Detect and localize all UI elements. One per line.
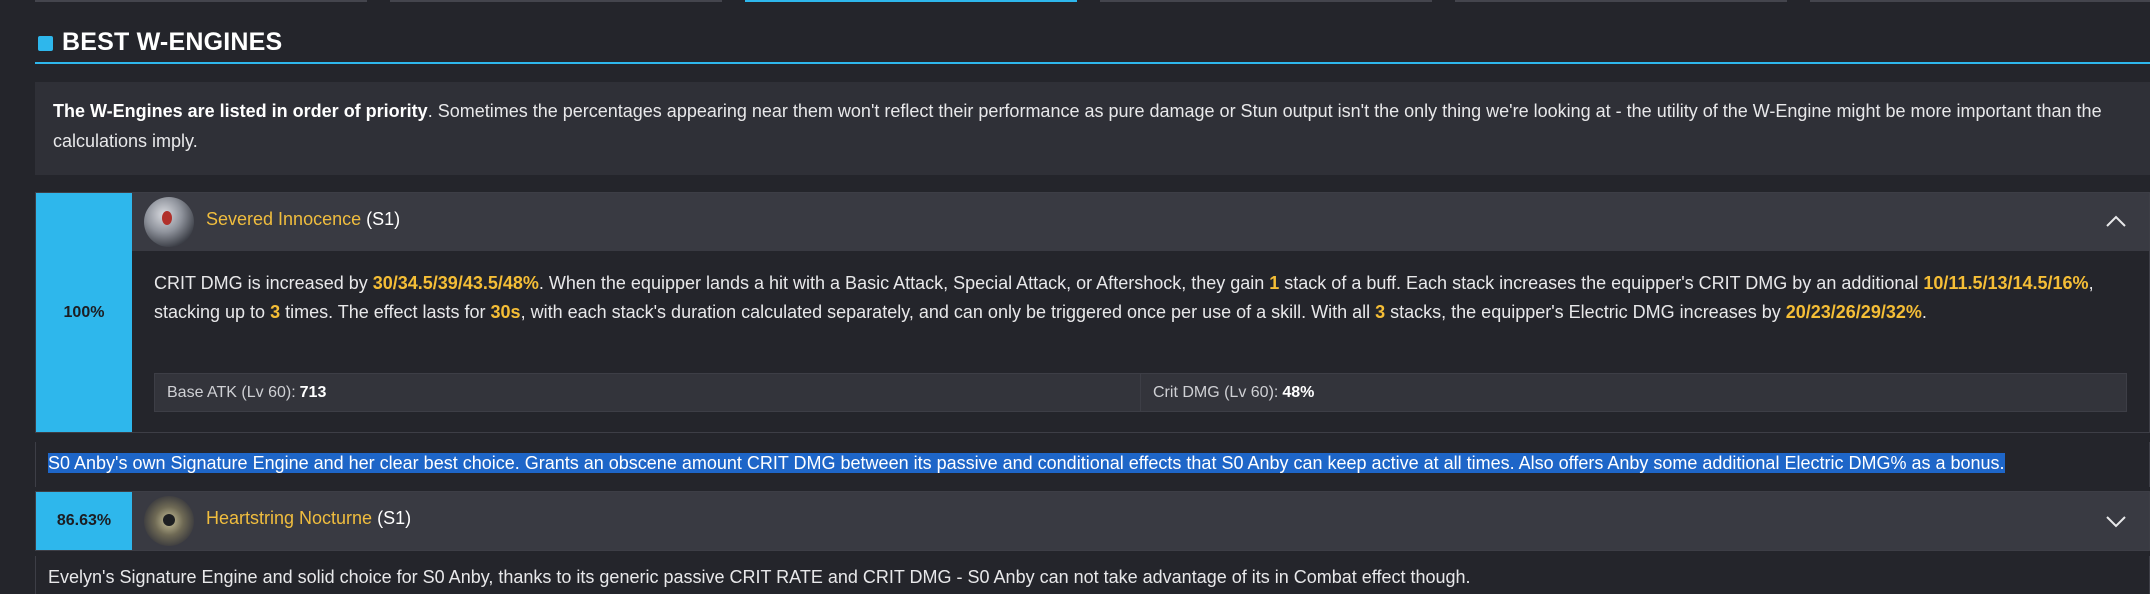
amplifier-icon	[144, 496, 194, 546]
engine-stats: Base ATK (Lv 60): 713 Crit DMG (Lv 60): 48…	[154, 373, 2127, 412]
engine-header[interactable]: Heartstring Nocturne (S1)	[132, 492, 2149, 550]
note-text: Evelyn's Signature Engine and solid choi…	[48, 567, 1471, 587]
tab-strip	[35, 0, 2150, 2]
engine-percent: 86.63%	[36, 492, 132, 550]
engine-card-severed-innocence: 100% Severed Innocence (S1) CRIT DMG is …	[35, 192, 2150, 433]
tab-6[interactable]	[1810, 0, 2150, 2]
engine-rank: (S1)	[366, 209, 401, 229]
engine-note: Evelyn's Signature Engine and solid choi…	[35, 556, 2150, 594]
helmet-icon	[144, 197, 194, 247]
intro-bold: The W-Engines are listed in order of pri…	[53, 101, 428, 121]
engine-header[interactable]: Severed Innocence (S1)	[132, 193, 2149, 251]
engine-rank: (S1)	[377, 508, 412, 528]
section-title: BEST W-ENGINES	[62, 28, 283, 56]
tab-5[interactable]	[1455, 0, 1787, 2]
engine-name: Severed Innocence	[206, 209, 362, 229]
section-header: BEST W-ENGINES	[35, 26, 2150, 64]
engine-percent: 100%	[36, 193, 132, 432]
tab-2[interactable]	[390, 0, 722, 2]
intro-box: The W-Engines are listed in order of pri…	[35, 82, 2150, 175]
engine-note: S0 Anby's own Signature Engine and her c…	[35, 442, 2150, 487]
tab-4[interactable]	[1100, 0, 1432, 2]
square-bullet-icon	[38, 36, 53, 51]
engine-name-line: Severed Innocence (S1)	[206, 209, 400, 230]
engine-name: Heartstring Nocturne	[206, 508, 373, 528]
tab-3-active[interactable]	[745, 0, 1077, 2]
engine-name-line: Heartstring Nocturne (S1)	[206, 508, 411, 529]
chevron-down-icon[interactable]	[2105, 510, 2127, 532]
tab-1[interactable]	[35, 0, 367, 2]
engine-description: CRIT DMG is increased by 30/34.5/39/43.5…	[154, 273, 2094, 322]
selected-note-text: S0 Anby's own Signature Engine and her c…	[48, 453, 2005, 473]
engine-card-heartstring-nocturne: 86.63% Heartstring Nocturne (S1)	[35, 491, 2150, 551]
stat-base-atk: Base ATK (Lv 60): 713	[167, 383, 327, 401]
chevron-up-icon[interactable]	[2105, 211, 2127, 233]
stat-crit-dmg: Crit DMG (Lv 60): 48%	[1140, 374, 2126, 411]
